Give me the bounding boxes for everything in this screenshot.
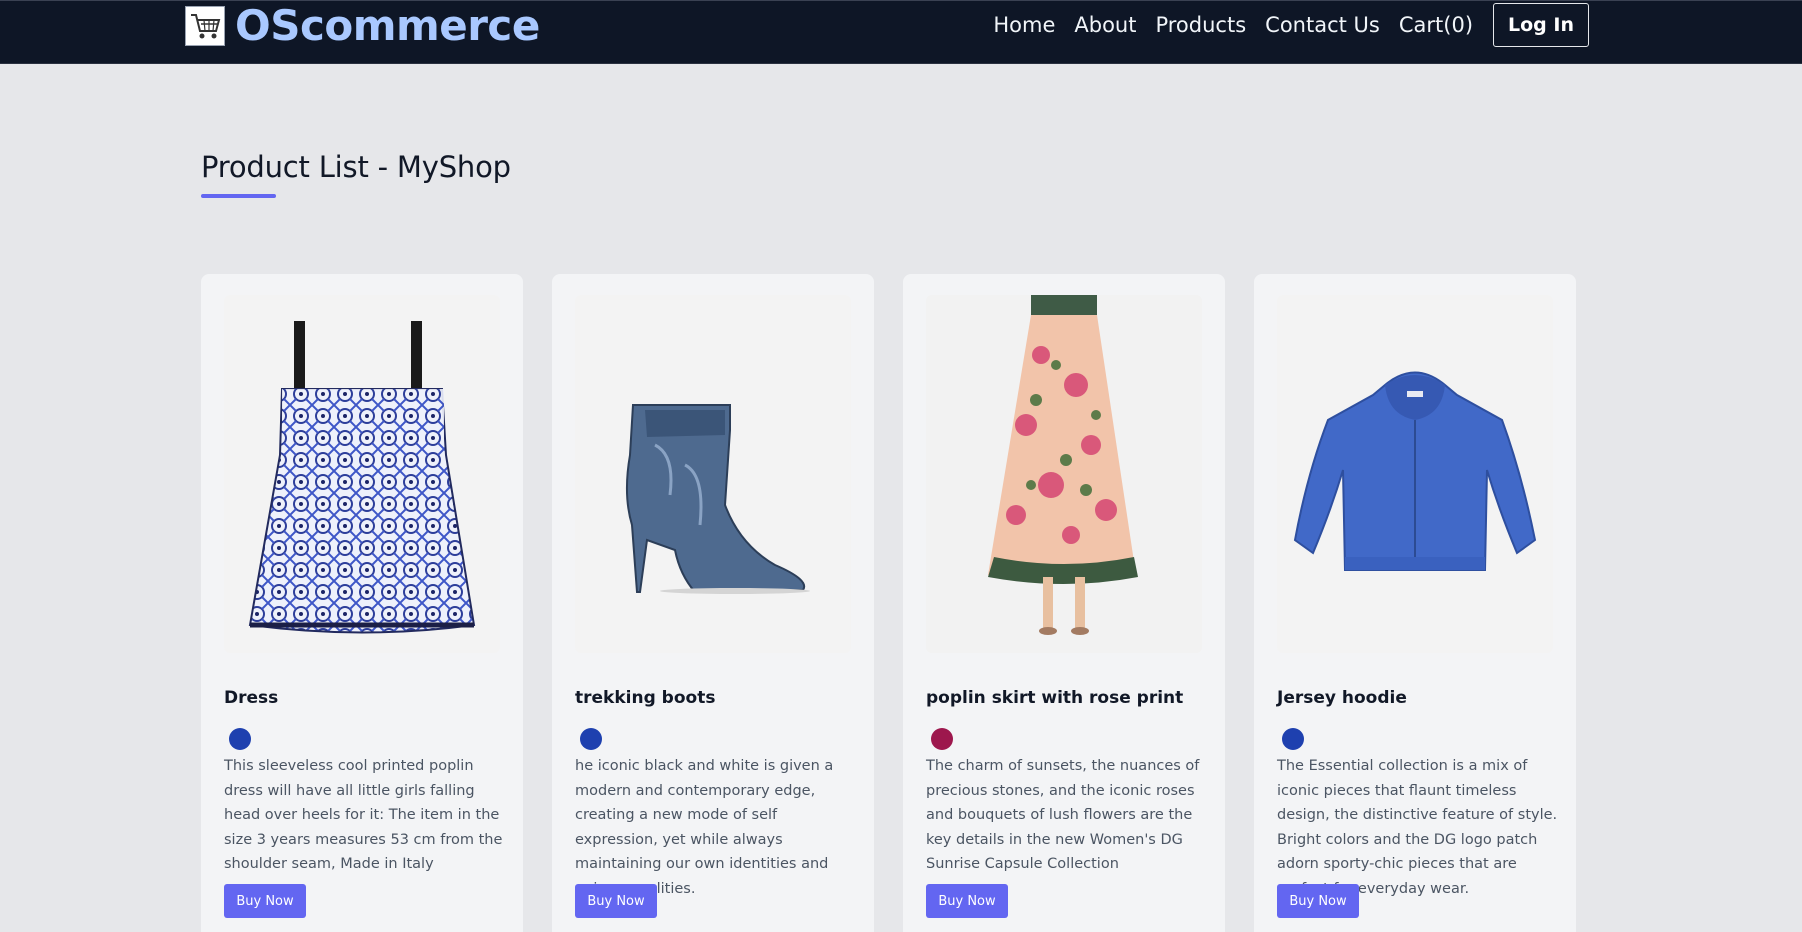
buy-now-button[interactable]: Buy Now (1277, 884, 1359, 918)
product-description: The charm of sunsets, the nuances of pre… (926, 758, 1200, 872)
product-card: trekking boots he iconic black and white… (552, 274, 874, 932)
top-navbar: OScommerce Home About Products Contact U… (0, 0, 1802, 64)
product-image-jersey-hoodie[interactable] (1277, 295, 1553, 653)
buy-now-button[interactable]: Buy Now (926, 884, 1008, 918)
product-image-dress[interactable] (224, 295, 500, 653)
product-image-poplin-skirt[interactable] (926, 295, 1202, 653)
login-button[interactable]: Log In (1493, 3, 1589, 47)
main-nav: Home About Products Contact Us Cart(0) L… (993, 3, 1589, 47)
shopping-cart-icon (185, 6, 225, 46)
product-description: This sleeveless cool printed poplin dres… (224, 758, 503, 872)
buy-now-button[interactable]: Buy Now (575, 884, 657, 918)
product-name: Dress (224, 688, 279, 708)
product-name: trekking boots (575, 688, 716, 708)
title-underline (201, 194, 276, 198)
product-name: Jersey hoodie (1277, 688, 1407, 708)
brand-name: OScommerce (235, 1, 540, 50)
nav-about[interactable]: About (1074, 5, 1136, 45)
color-swatch[interactable] (580, 728, 602, 750)
nav-home[interactable]: Home (993, 5, 1055, 45)
color-swatch[interactable] (229, 728, 251, 750)
product-card: Dress This sleeveless cool printed popli… (201, 274, 523, 932)
product-description: The Essential collection is a mix of ico… (1277, 758, 1558, 897)
product-description: he iconic black and white is given a mod… (575, 758, 834, 897)
product-image-trekking-boots[interactable] (575, 295, 851, 653)
color-swatch[interactable] (1282, 728, 1304, 750)
product-card: Jersey hoodie The Essential collection i… (1254, 274, 1576, 932)
buy-now-button[interactable]: Buy Now (224, 884, 306, 918)
nav-contact-us[interactable]: Contact Us (1265, 5, 1380, 45)
brand[interactable]: OScommerce (185, 4, 540, 48)
product-card: poplin skirt with rose print The charm o… (903, 274, 1225, 932)
nav-products[interactable]: Products (1155, 5, 1246, 45)
color-swatch[interactable] (931, 728, 953, 750)
product-name: poplin skirt with rose print (926, 688, 1184, 708)
page-title: Product List - MyShop (201, 150, 511, 184)
nav-cart[interactable]: Cart(0) (1399, 5, 1473, 45)
